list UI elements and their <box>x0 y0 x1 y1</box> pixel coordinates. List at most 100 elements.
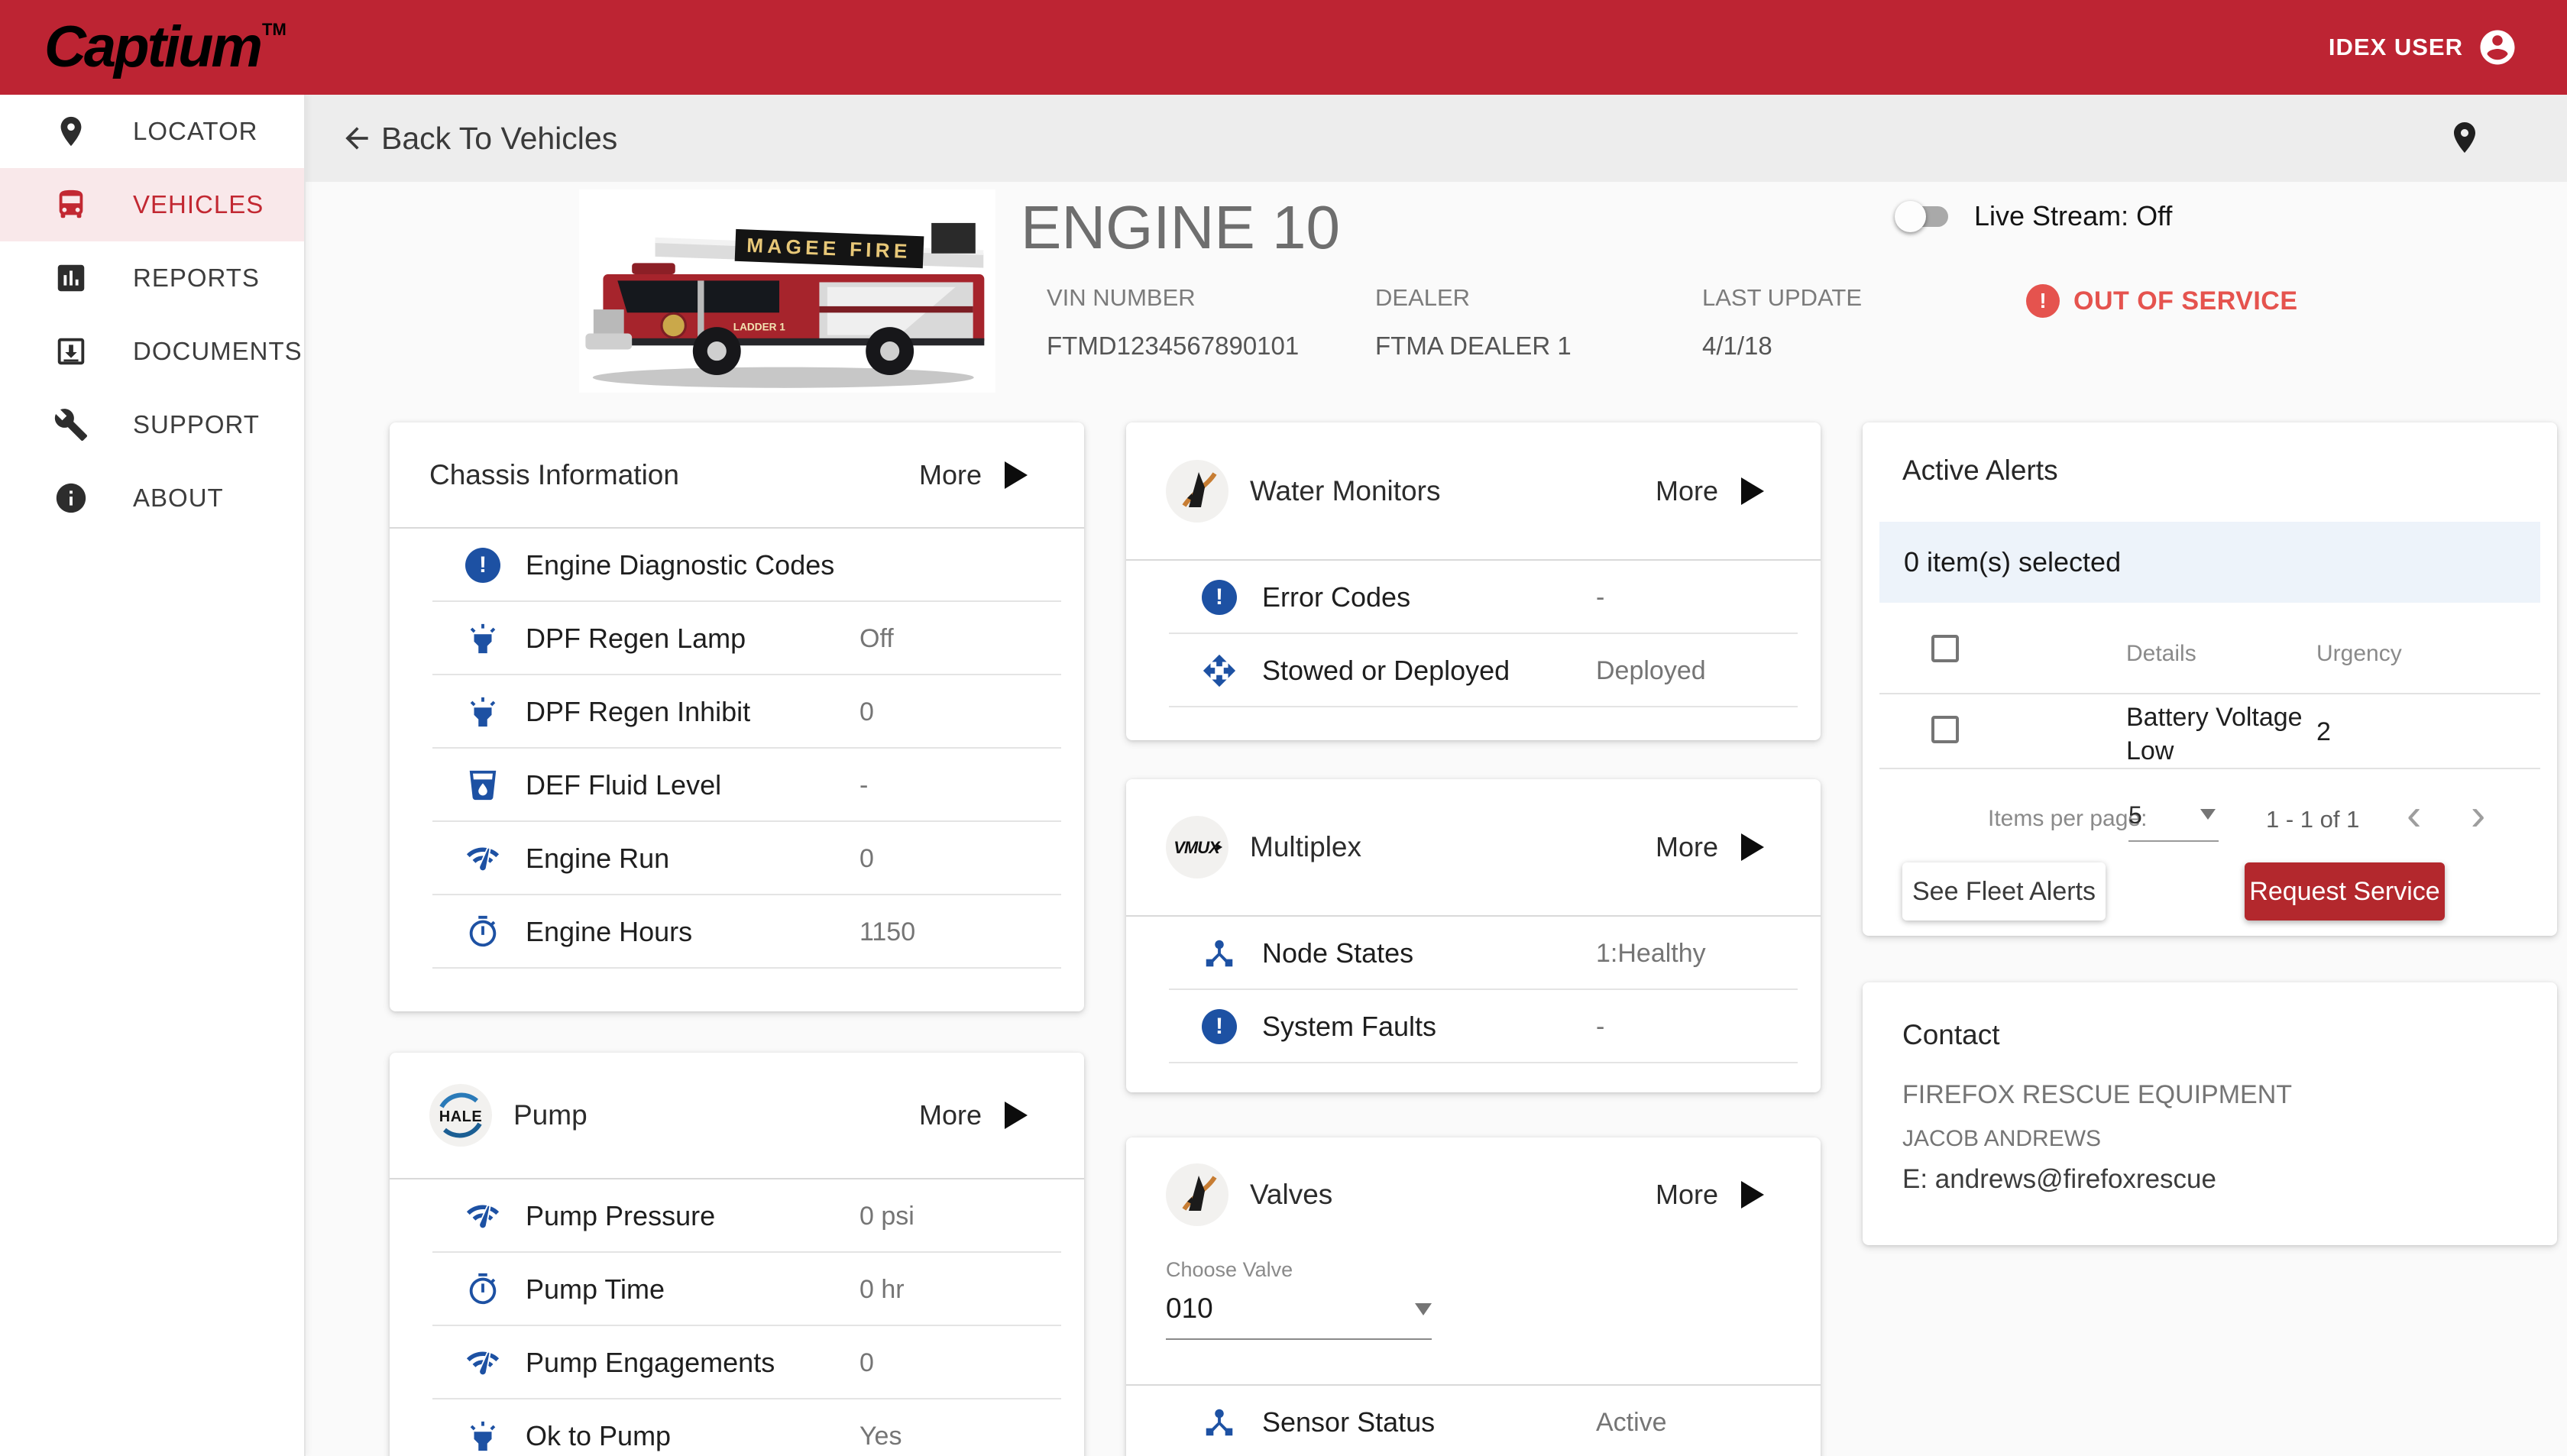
sidebar-item-locator[interactable]: LOCATOR <box>0 95 304 168</box>
request-service-button[interactable]: Request Service <box>2245 862 2445 921</box>
valves-more-button[interactable]: More <box>1656 1179 1764 1211</box>
metric-row: ! System Faults - <box>1126 990 1821 1063</box>
alert-circle-icon: ! <box>1202 580 1237 615</box>
see-fleet-alerts-button[interactable]: See Fleet Alerts <box>1902 862 2106 921</box>
vin-label: VIN NUMBER <box>1047 284 1196 311</box>
user-name: IDEX USER <box>2328 34 2463 60</box>
multiplex-more-button[interactable]: More <box>1656 831 1764 863</box>
metric-row: Engine Run 0 <box>390 822 1084 895</box>
location-pin-icon <box>60 116 82 147</box>
trademark-mark: TM <box>262 20 286 39</box>
sidebar-item-about[interactable]: ABOUT <box>0 461 304 535</box>
sidebar-nav: LOCATOR VEHICLES REPORTS DOCUMENTS SUPPO… <box>0 95 306 1456</box>
node-icon <box>1206 1409 1233 1436</box>
flashlight-icon <box>470 623 496 654</box>
move-icon <box>1203 654 1236 688</box>
user-menu[interactable]: IDEX USER <box>2329 27 2518 68</box>
sidebar-item-vehicles[interactable]: VEHICLES <box>0 168 304 241</box>
items-per-page-value: 5 <box>2128 801 2142 829</box>
toggle-switch[interactable] <box>1895 200 1948 232</box>
vehicle-photo: MAGEE FIRE LADDER 1 <box>579 189 995 393</box>
timer-icon <box>469 1273 497 1305</box>
items-per-page-select[interactable]: 5 <box>2128 801 2219 842</box>
sidebar-item-support[interactable]: SUPPORT <box>0 388 304 461</box>
sidebar-item-reports[interactable]: REPORTS <box>0 241 304 315</box>
map-location-icon[interactable] <box>2446 119 2483 156</box>
app-header: Captium TM IDEX USER <box>0 0 2567 95</box>
back-to-vehicles-button[interactable]: Back To Vehicles <box>340 95 617 182</box>
metric-row: Pump Time 0 hr <box>390 1253 1084 1326</box>
sidebar-item-documents[interactable]: DOCUMENTS <box>0 315 304 388</box>
card-header: Valves More <box>1126 1137 1821 1252</box>
card-title: Valves <box>1250 1179 1333 1210</box>
alert-details: Battery Voltage Low <box>2126 703 2303 765</box>
selected-count: 0 item(s) selected <box>1904 546 2122 578</box>
toolbar: Back To Vehicles <box>306 95 2567 182</box>
vin-value: FTMD1234567890101 <box>1047 332 1300 360</box>
sidebar-item-label: SUPPORT <box>133 410 260 438</box>
metric-row: DEF Fluid Level - <box>390 749 1084 822</box>
card-title: Contact <box>1902 1019 2000 1050</box>
pump-more-button[interactable]: More <box>919 1099 1028 1131</box>
alert-row[interactable]: Battery Voltage Low 2 <box>1863 694 2557 768</box>
sidebar-item-label: REPORTS <box>133 264 260 292</box>
arrow-right-icon <box>1741 477 1764 505</box>
arrow-right-icon <box>1741 833 1764 861</box>
captium-logo[interactable]: Captium TM <box>44 0 286 95</box>
valve-select-value: 010 <box>1166 1293 1213 1324</box>
active-alerts-card: Active Alerts 0 item(s) selected Details… <box>1863 422 2557 936</box>
multiplex-card: VMUX Multiplex More Node States 1:Health… <box>1126 779 1821 1092</box>
row-checkbox[interactable] <box>1931 716 1959 743</box>
alert-circle-icon: ! <box>465 548 500 583</box>
flashlight-icon <box>470 1421 496 1451</box>
bar-chart-icon <box>57 264 85 292</box>
fluid-level-icon <box>469 770 497 801</box>
chevron-down-icon <box>2200 809 2216 820</box>
previous-page-button[interactable]: ‹ <box>2407 791 2421 840</box>
select-all-checkbox[interactable] <box>1931 635 1959 662</box>
document-download-icon <box>57 338 85 365</box>
card-header: HALE Pump More <box>390 1053 1084 1178</box>
live-stream-toggle[interactable]: Live Stream: Off <box>1895 200 2173 232</box>
dealer-label: DEALER <box>1375 284 1471 311</box>
metric-row: ! Engine Diagnostic Codes <box>390 529 1084 602</box>
selection-summary-bar: 0 item(s) selected <box>1879 522 2540 603</box>
sidebar-item-label: LOCATOR <box>133 117 258 145</box>
valve-select[interactable]: 010 <box>1166 1293 1432 1340</box>
user-avatar-icon <box>2480 30 2515 65</box>
svg-text:HALE: HALE <box>439 1108 482 1125</box>
warning-circle-icon: ! <box>2026 284 2060 318</box>
metric-row: Pump Pressure 0 psi <box>390 1179 1084 1253</box>
alerts-table-header: Details Urgency <box>1863 613 2557 693</box>
card-header: VMUX Multiplex More <box>1126 779 1821 915</box>
live-stream-label: Live Stream: Off <box>1974 200 2173 231</box>
alert-urgency: 2 <box>2316 717 2331 746</box>
chevron-down-icon <box>1415 1303 1432 1315</box>
akron-logo <box>1166 1163 1228 1226</box>
chassis-information-card: Chassis Information More ! Engine Diagno… <box>390 422 1084 1011</box>
last-update-value: 4/1/18 <box>1702 332 1772 360</box>
dealer-value: FTMA DEALER 1 <box>1375 332 1572 360</box>
wrench-icon <box>54 409 88 442</box>
metric-row: Node States 1:Healthy <box>1126 917 1821 990</box>
info-icon <box>56 483 86 513</box>
vin-field: VIN NUMBER FTMD1234567890101 <box>1047 284 1299 361</box>
column-header-urgency: Urgency <box>2316 641 2402 666</box>
arrow-right-icon <box>1005 461 1028 489</box>
fire-truck-image: MAGEE FIRE LADDER 1 <box>585 222 985 388</box>
chassis-more-button[interactable]: More <box>919 459 1028 491</box>
valves-card: Valves More Choose Valve 010 Sensor Stat… <box>1126 1137 1821 1456</box>
metric-row: DPF Regen Lamp Off <box>390 602 1084 675</box>
metric-row: DPF Regen Inhibit 0 <box>390 675 1084 749</box>
bus-icon <box>59 189 83 218</box>
signal-icon <box>466 1351 500 1375</box>
next-page-button[interactable]: › <box>2471 791 2485 840</box>
toggle-knob <box>1895 200 1926 232</box>
water-monitors-more-button[interactable]: More <box>1656 475 1764 507</box>
out-of-service-status: ! OUT OF SERVICE <box>2026 284 2298 318</box>
contact-email[interactable]: E: andrews@firefoxrescue <box>1902 1164 2216 1195</box>
vmux-logo: VMUX <box>1166 816 1228 878</box>
contact-company: FIREFOX RESCUE EQUIPMENT <box>1902 1080 2293 1109</box>
card-title: Chassis Information <box>429 458 679 490</box>
contact-name: JACOB ANDREWS <box>1902 1126 2102 1151</box>
